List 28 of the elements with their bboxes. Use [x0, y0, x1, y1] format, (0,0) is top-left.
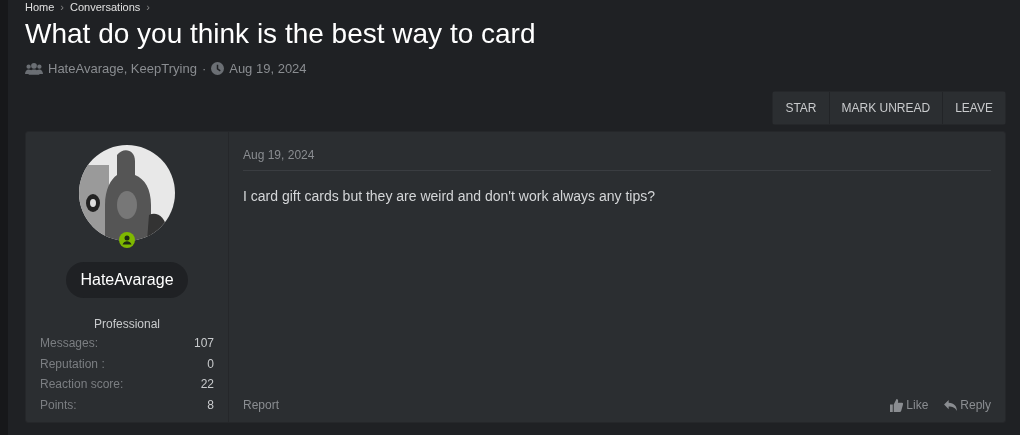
reply-arrow-icon [944, 399, 958, 411]
stat-label: Reaction score: [40, 376, 124, 393]
page-title: What do you think is the best way to card [25, 17, 537, 51]
clock-icon [211, 62, 225, 75]
breadcrumb-link[interactable]: Home [25, 0, 55, 13]
username-badge[interactable]: HateAvarage [66, 262, 188, 298]
reply-button[interactable]: Reply [944, 398, 991, 412]
stat-value: 107 [193, 335, 214, 352]
user-title: Professional [93, 317, 160, 331]
action-button[interactable]: LEAVE [942, 92, 1005, 124]
report-link[interactable]: Report [243, 398, 280, 412]
post-date[interactable]: Aug 19, 2024 [243, 148, 991, 171]
like-button[interactable]: Like [890, 398, 929, 412]
date-text: Aug 19, 2024 [229, 61, 307, 76]
stat-value: 22 [200, 376, 214, 393]
participants-text: HateAvarage, KeepTrying [48, 61, 197, 76]
users-icon [25, 62, 43, 75]
stat-value: 0 [207, 355, 214, 373]
breadcrumb-link[interactable]: Conversations [70, 0, 141, 13]
separator-dot: · [201, 61, 207, 76]
stat-label: Points: [40, 396, 77, 414]
message-text: I card gift cards but they are weird and don't work always any tips? [243, 188, 656, 206]
stat-label: Reputation : [40, 355, 105, 373]
stat-label: Messages: [40, 335, 99, 352]
chevron-icon: › [146, 0, 150, 13]
thumbs-up-icon [890, 398, 904, 412]
chevron-icon: › [60, 0, 64, 13]
stat-value: 8 [207, 396, 214, 414]
